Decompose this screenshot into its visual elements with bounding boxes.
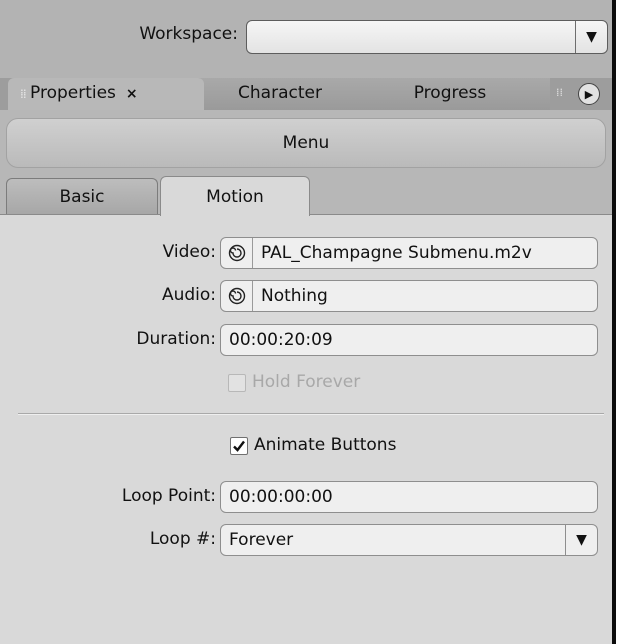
divider [18, 414, 604, 415]
animate-buttons-checkbox[interactable] [230, 437, 248, 455]
panel-menu-icon[interactable]: ▶ [578, 83, 600, 105]
tab-basic[interactable]: Basic [6, 178, 158, 214]
chevron-down-icon[interactable]: ▼ [575, 21, 607, 53]
duration-value: 00:00:20:09 [229, 330, 333, 350]
loop-count-select[interactable]: Forever ▼ [220, 524, 598, 556]
tab-properties[interactable]: ⁞⁞ Properties × [8, 78, 204, 110]
workspace-select[interactable]: ▼ [246, 20, 608, 54]
video-value: PAL_Champagne Submenu.m2v [261, 243, 532, 263]
properties-title: Menu [6, 118, 606, 168]
workspace-bar: Workspace: ▼ [0, 0, 612, 78]
tab-character-label: Character [238, 83, 322, 103]
pickwhip-icon[interactable] [221, 238, 253, 268]
loop-point-value: 00:00:00:00 [229, 487, 333, 507]
video-field[interactable]: PAL_Champagne Submenu.m2v [220, 237, 598, 269]
workspace-label: Workspace: [139, 24, 238, 44]
properties-title-text: Menu [282, 133, 330, 153]
video-label: Video: [162, 242, 216, 262]
grip-icon: ⁞⁞ [556, 86, 563, 99]
close-icon[interactable]: × [126, 86, 138, 102]
loop-count-value: Forever [229, 530, 294, 550]
pickwhip-icon[interactable] [221, 281, 253, 311]
hold-forever-label: Hold Forever [252, 372, 361, 392]
tab-motion[interactable]: Motion [160, 176, 310, 216]
tab-progress-label: Progress [413, 83, 487, 103]
motion-content: Video: PAL_Champagne Submenu.m2v Audio: … [0, 215, 612, 644]
chevron-down-icon[interactable]: ▼ [565, 525, 597, 555]
duration-label: Duration: [136, 329, 216, 349]
tab-character[interactable]: Character [180, 78, 380, 110]
panel-tab-strip: Character Progress ⁞⁞ Properties × ⁞⁞ ▶ [0, 78, 612, 110]
duration-field[interactable]: 00:00:20:09 [220, 324, 598, 356]
properties-panel: Workspace: ▼ Character Progress ⁞⁞ Proper… [0, 0, 612, 644]
tab-basic-label: Basic [59, 186, 105, 207]
tab-motion-label: Motion [206, 186, 264, 207]
tab-properties-label: Properties [30, 83, 116, 103]
grip-icon[interactable]: ⁞⁞ [20, 87, 30, 101]
tab-progress[interactable]: Progress [350, 78, 550, 110]
background [616, 0, 626, 644]
checkmark-icon [233, 440, 245, 452]
loop-count-label: Loop #: [149, 529, 216, 549]
animate-buttons-label: Animate Buttons [254, 435, 397, 455]
loop-point-field[interactable]: 00:00:00:00 [220, 481, 598, 513]
audio-label: Audio: [161, 285, 216, 305]
audio-value: Nothing [261, 286, 328, 306]
hold-forever-checkbox[interactable] [228, 374, 246, 392]
audio-field[interactable]: Nothing [220, 280, 598, 312]
loop-point-label: Loop Point: [121, 486, 216, 506]
